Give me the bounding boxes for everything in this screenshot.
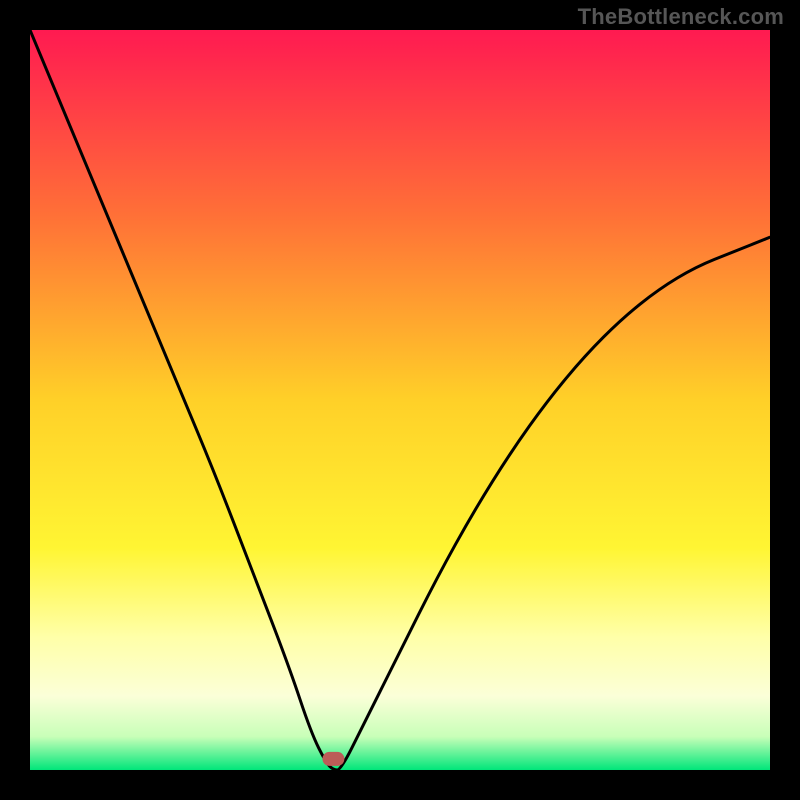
optimal-marker [322,752,344,766]
gradient-background [30,30,770,770]
chart-frame: TheBottleneck.com [0,0,800,800]
watermark-text: TheBottleneck.com [578,4,784,30]
plot-area [30,30,770,770]
chart-svg [30,30,770,770]
